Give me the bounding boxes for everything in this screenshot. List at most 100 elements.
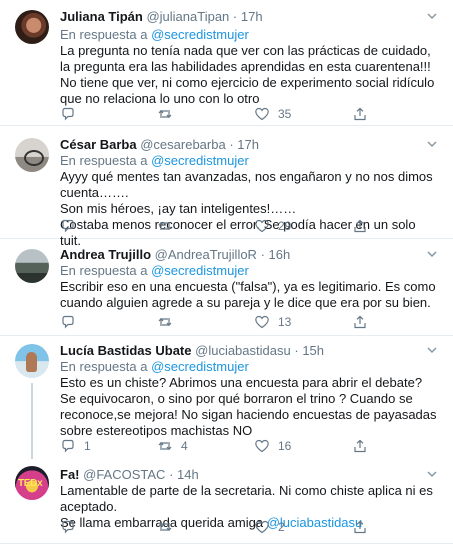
like-button[interactable]: 35 bbox=[254, 106, 291, 122]
like-button[interactable]: 16 bbox=[254, 438, 291, 454]
avatar-text: TEDx bbox=[18, 478, 43, 489]
share-icon bbox=[354, 107, 366, 121]
like-button[interactable]: 29 bbox=[254, 218, 291, 234]
like-count: 35 bbox=[278, 107, 292, 121]
reply-icon bbox=[62, 107, 74, 121]
heart-icon bbox=[255, 219, 269, 233]
share-button[interactable] bbox=[352, 106, 368, 122]
author-handle[interactable]: @cesarebarba bbox=[140, 137, 225, 152]
tweet[interactable]: Juliana Tipán @julianaTipan · 17h En res… bbox=[0, 0, 453, 126]
share-button[interactable] bbox=[352, 218, 368, 234]
tweet[interactable]: TEDx Fa! @FACOSTAC · 14h Lamentable de p… bbox=[0, 458, 453, 544]
like-count: 16 bbox=[278, 439, 292, 453]
like-button[interactable]: 13 bbox=[254, 314, 291, 330]
retweet-icon bbox=[158, 109, 172, 119]
avatar[interactable] bbox=[15, 138, 49, 172]
retweet-button[interactable]: 4 bbox=[157, 438, 188, 454]
avatar[interactable] bbox=[15, 249, 49, 283]
tweet-text: Ayyy qué mentes tan avanzadas, nos engañ… bbox=[60, 169, 438, 249]
timestamp[interactable]: 15h bbox=[302, 343, 324, 358]
reply-count: 1 bbox=[84, 439, 91, 453]
share-button[interactable] bbox=[352, 314, 368, 330]
reply-button[interactable] bbox=[60, 314, 84, 330]
heart-icon bbox=[255, 520, 269, 534]
separator-dot: · bbox=[232, 9, 238, 24]
reply-button[interactable]: 1 bbox=[60, 438, 91, 454]
retweet-button[interactable] bbox=[157, 218, 181, 234]
tweet-header: Lucía Bastidas Ubate @luciabastidasu · 1… bbox=[60, 343, 324, 359]
avatar[interactable]: TEDx bbox=[15, 466, 49, 500]
separator-dot: · bbox=[294, 343, 299, 358]
reply-button[interactable] bbox=[60, 106, 84, 122]
author-name[interactable]: Lucía Bastidas Ubate bbox=[60, 343, 192, 358]
tweet-line: Ayyy qué mentes tan avanzadas, nos engañ… bbox=[60, 169, 433, 200]
reply-button[interactable] bbox=[60, 218, 84, 234]
tweet-actions: 2 bbox=[60, 519, 400, 535]
timestamp[interactable]: 16h bbox=[269, 247, 291, 262]
timestamp[interactable]: 17h bbox=[237, 137, 259, 152]
retweet-icon bbox=[158, 317, 172, 327]
reply-icon bbox=[62, 315, 74, 329]
retweet-button[interactable] bbox=[157, 106, 181, 122]
reply-icon bbox=[62, 520, 74, 534]
tweet-header: Fa! @FACOSTAC · 14h bbox=[60, 467, 199, 483]
like-count: 29 bbox=[278, 219, 292, 233]
share-button[interactable] bbox=[352, 438, 368, 454]
reply-mention-link[interactable]: @secredistmujer bbox=[151, 359, 249, 374]
tweet[interactable]: César Barba @cesarebarba · 17h En respue… bbox=[0, 126, 453, 248]
author-handle[interactable]: @luciabastidasu bbox=[195, 343, 291, 358]
separator-dot: · bbox=[260, 247, 265, 262]
retweet-count: 4 bbox=[181, 439, 188, 453]
tweet-actions: 13 bbox=[60, 314, 400, 330]
reply-icon bbox=[62, 219, 74, 233]
author-handle[interactable]: @FACOSTAC bbox=[83, 467, 165, 482]
author-name[interactable]: Juliana Tipán bbox=[60, 9, 143, 24]
reply-mention-link[interactable]: @secredistmujer bbox=[151, 27, 249, 42]
chevron-down-icon[interactable] bbox=[425, 248, 439, 260]
avatar[interactable] bbox=[15, 344, 49, 378]
chevron-down-icon[interactable] bbox=[425, 10, 439, 22]
tweet-header: César Barba @cesarebarba · 17h bbox=[60, 137, 259, 153]
reply-mention-link[interactable]: @secredistmujer bbox=[151, 263, 249, 278]
reply-prefix: En respuesta a bbox=[60, 359, 148, 374]
chevron-down-icon[interactable] bbox=[425, 344, 439, 356]
tweet-actions: 1 4 16 bbox=[60, 438, 400, 454]
reply-mention-link[interactable]: @secredistmujer bbox=[151, 153, 249, 168]
timestamp[interactable]: 17h bbox=[241, 9, 263, 24]
chevron-down-icon[interactable] bbox=[425, 138, 439, 150]
avatar[interactable] bbox=[15, 10, 49, 44]
tweet-header: Andrea Trujillo @AndreaTrujilloR · 16h bbox=[60, 247, 290, 263]
tweet-line: Lamentable de parte de la secretaria. Ni… bbox=[60, 483, 433, 514]
chevron-down-icon[interactable] bbox=[425, 468, 439, 480]
reply-icon bbox=[62, 439, 74, 453]
reply-prefix: En respuesta a bbox=[60, 153, 148, 168]
reply-button[interactable] bbox=[60, 519, 84, 535]
tweet-text: Esto es un chiste? Abrimos una encuesta … bbox=[60, 375, 438, 439]
timestamp[interactable]: 14h bbox=[177, 467, 199, 482]
share-icon bbox=[354, 219, 366, 233]
reply-context: En respuesta a @secredistmujer bbox=[60, 153, 249, 168]
tweet[interactable]: Lucía Bastidas Ubate @luciabastidasu · 1… bbox=[0, 336, 453, 458]
tweet-line: No tiene que ver, ni como ejercicio de e… bbox=[60, 75, 435, 106]
reply-context: En respuesta a @secredistmujer bbox=[60, 27, 249, 42]
share-icon bbox=[354, 439, 366, 453]
retweet-icon bbox=[158, 221, 172, 231]
author-handle[interactable]: @julianaTipan bbox=[146, 9, 229, 24]
author-name[interactable]: Fa! bbox=[60, 467, 80, 482]
author-handle[interactable]: @AndreaTrujilloR bbox=[155, 247, 257, 262]
author-name[interactable]: César Barba bbox=[60, 137, 137, 152]
retweet-button[interactable] bbox=[157, 314, 181, 330]
tweet[interactable]: Andrea Trujillo @AndreaTrujilloR · 16h E… bbox=[0, 239, 453, 336]
author-name[interactable]: Andrea Trujillo bbox=[60, 247, 151, 262]
like-button[interactable]: 2 bbox=[254, 519, 285, 535]
retweet-button[interactable] bbox=[157, 519, 181, 535]
tweet-actions: 35 bbox=[60, 106, 400, 122]
thread-connector bbox=[31, 383, 33, 459]
like-count: 13 bbox=[278, 315, 292, 329]
separator-dot: · bbox=[169, 467, 174, 482]
share-icon bbox=[354, 315, 366, 329]
tweet-line: Son mis héroes, ¡ay tan inteligentes!…… bbox=[60, 201, 297, 216]
share-button[interactable] bbox=[352, 519, 368, 535]
tweet-text: Escribir eso en una encuesta ("falsa"), … bbox=[60, 279, 438, 311]
tweet-header: Juliana Tipán @julianaTipan · 17h bbox=[60, 9, 263, 25]
